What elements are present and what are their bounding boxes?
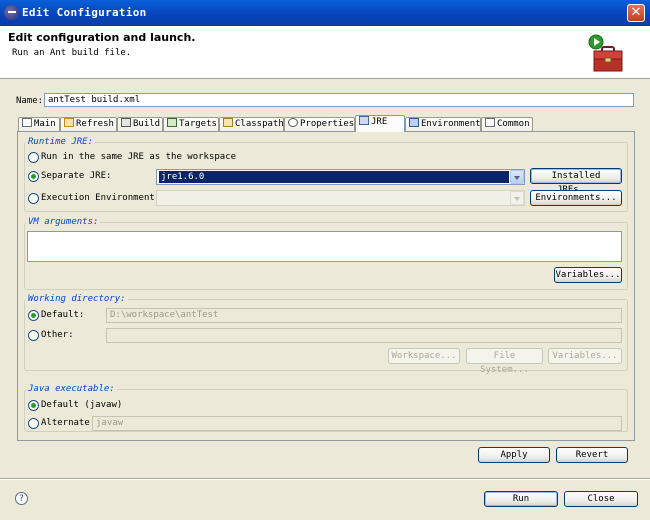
installed-jres-button[interactable]: Installed JREs... — [530, 168, 622, 195]
dialog-banner: Edit configuration and launch. Run an An… — [0, 26, 650, 79]
file-system-button: File System... — [466, 348, 543, 375]
environment-icon — [409, 118, 419, 127]
chevron-down-icon[interactable] — [510, 170, 524, 184]
close-icon: ✕ — [630, 5, 642, 20]
apply-button[interactable]: Apply — [478, 447, 550, 463]
toolbox-run-icon — [588, 34, 623, 72]
environments-button[interactable]: Environments... — [530, 190, 622, 206]
main-tab-icon — [22, 118, 32, 127]
banner-subheading: Run an Ant build file. — [12, 48, 132, 58]
default-directory-input: D:\workspace\antTest — [106, 308, 622, 323]
name-label: Name: — [16, 96, 44, 106]
common-icon — [485, 118, 495, 127]
radio-same-jre-label: Run in the same JRE as the workspace — [41, 152, 237, 162]
radio-same-jre[interactable] — [28, 152, 39, 163]
radio-separate-jre-label: Separate JRE: — [41, 171, 112, 181]
jre-icon — [359, 116, 369, 125]
directory-variables-button: Variables... — [548, 348, 622, 364]
separate-jre-value: jre1.6.0 — [159, 171, 509, 183]
radio-separate-jre[interactable] — [28, 171, 39, 182]
runtime-jre-label: Runtime JRE: — [26, 137, 96, 147]
name-input[interactable]: antTest build.xml — [44, 93, 634, 107]
chevron-down-icon — [510, 191, 524, 205]
tab-properties[interactable]: Properties — [284, 117, 355, 131]
alternate-executable-input: javaw — [92, 416, 622, 431]
tab-targets[interactable]: Targets — [163, 117, 219, 131]
refresh-icon — [64, 118, 74, 127]
banner-heading: Edit configuration and launch. — [8, 31, 196, 44]
window-close-button[interactable]: ✕ — [627, 4, 645, 22]
tab-environment[interactable]: Environment — [405, 117, 481, 131]
radio-other-directory-label: Other: — [41, 330, 74, 340]
radio-execution-environment-label: Execution Environment: — [41, 193, 161, 203]
radio-execution-environment[interactable] — [28, 193, 39, 204]
targets-icon — [167, 118, 177, 127]
other-directory-input — [106, 328, 622, 343]
radio-alternate-executable[interactable] — [28, 418, 39, 429]
working-directory-label: Working directory: — [26, 294, 128, 304]
tab-jre[interactable]: JRE — [355, 115, 405, 132]
radio-default-javaw[interactable] — [28, 400, 39, 411]
vm-arguments-textarea[interactable] — [27, 231, 622, 262]
radio-default-javaw-label: Default (javaw) — [41, 400, 123, 410]
radio-default-directory[interactable] — [28, 310, 39, 321]
close-button[interactable]: Close — [564, 491, 638, 507]
build-icon — [121, 118, 131, 127]
window-title: Edit Configuration — [22, 6, 147, 19]
workspace-button: Workspace... — [388, 348, 460, 364]
eclipse-app-icon — [4, 5, 19, 20]
classpath-icon — [223, 118, 233, 127]
execution-environment-combo[interactable] — [156, 190, 525, 206]
tab-common[interactable]: Common — [481, 117, 533, 131]
vm-arguments-label: VM arguments: — [26, 217, 101, 227]
properties-icon — [288, 118, 298, 127]
footer-separator — [0, 478, 650, 480]
help-icon[interactable]: ? — [15, 492, 28, 505]
vm-variables-button[interactable]: Variables... — [554, 267, 622, 283]
tab-build[interactable]: Build — [117, 117, 163, 131]
revert-button[interactable]: Revert — [556, 447, 628, 463]
tab-main[interactable]: Main — [18, 117, 60, 131]
tab-classpath[interactable]: Classpath — [219, 117, 284, 131]
tab-refresh[interactable]: Refresh — [60, 117, 117, 131]
java-executable-label: Java executable: — [26, 384, 117, 394]
radio-alternate-executable-label: Alternate — [41, 418, 90, 428]
window-title-bar[interactable]: Edit Configuration — [0, 0, 650, 26]
separate-jre-combo[interactable]: jre1.6.0 — [156, 169, 525, 185]
radio-other-directory[interactable] — [28, 330, 39, 341]
radio-default-directory-label: Default: — [41, 310, 85, 320]
run-button[interactable]: Run — [484, 491, 558, 507]
